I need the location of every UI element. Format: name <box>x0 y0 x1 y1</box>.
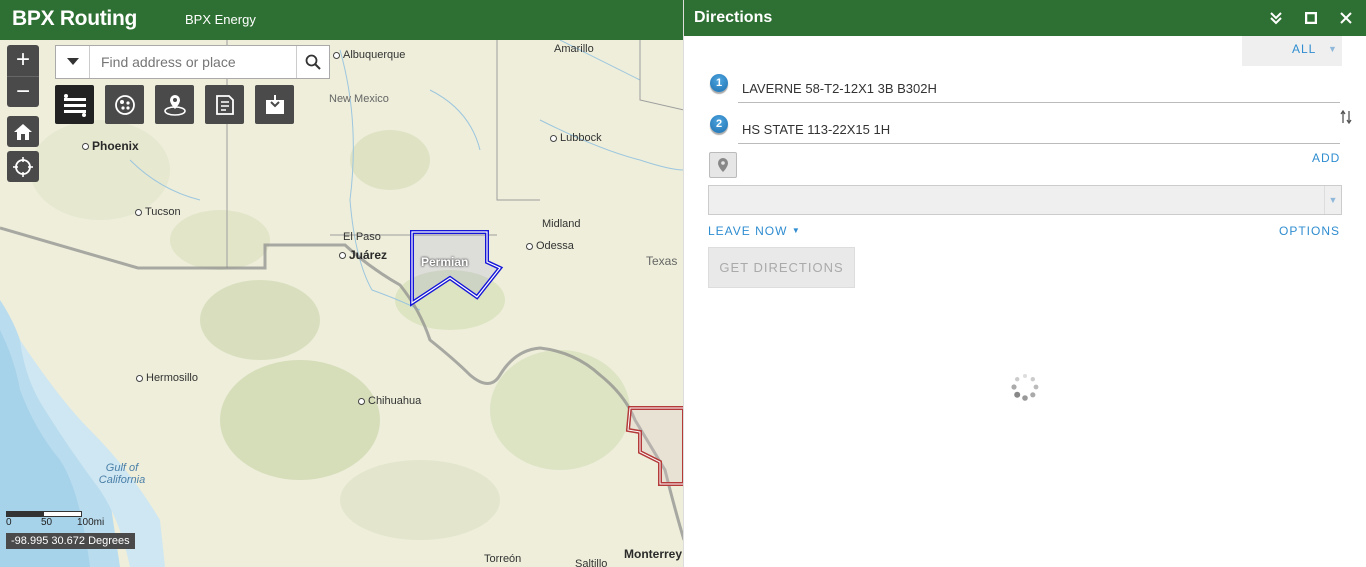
zoom-out-button[interactable]: − <box>7 76 39 108</box>
all-dropdown[interactable]: ALL ▼ <box>1242 36 1342 66</box>
place-albuquerque: Albuquerque <box>333 49 405 61</box>
caret-down-icon: ▼ <box>791 226 801 235</box>
caret-down-icon <box>66 58 79 65</box>
double-chevron-down-icon <box>1270 12 1282 25</box>
coordinate-readout: -98.995 30.672 Degrees <box>6 533 135 549</box>
search-source-dropdown[interactable] <box>56 46 90 78</box>
stop-input-2[interactable]: HS STATE 113-22X15 1H <box>738 115 1340 144</box>
place-hermosillo: Hermosillo <box>136 372 198 384</box>
stop-value: HS STATE 113-22X15 1H <box>742 122 891 137</box>
layers-tool-button[interactable] <box>205 85 244 124</box>
all-label: ALL <box>1292 42 1317 56</box>
locate-button[interactable] <box>7 151 39 182</box>
search-input[interactable] <box>101 54 296 70</box>
search-widget <box>55 45 330 79</box>
layer-list-icon <box>215 94 234 115</box>
add-stop-marker-button[interactable] <box>709 152 737 178</box>
maximize-panel-button[interactable] <box>1303 10 1319 26</box>
print-tool-button[interactable] <box>255 85 294 124</box>
collapse-panel-button[interactable] <box>1268 10 1284 26</box>
home-icon <box>14 123 32 140</box>
location-tool-button[interactable] <box>155 85 194 124</box>
swap-vertical-icon <box>1340 109 1352 125</box>
basemap-tool-button[interactable] <box>105 85 144 124</box>
get-directions-button[interactable]: GET DIRECTIONS <box>708 247 855 288</box>
place-phoenix: Phoenix <box>82 139 139 153</box>
place-new-mexico: New Mexico <box>329 93 389 105</box>
basemap <box>0 40 684 567</box>
scale-label-100: 100mi <box>77 517 105 528</box>
add-stop-link[interactable]: ADD <box>1312 151 1340 165</box>
caret-down-icon: ▼ <box>1324 186 1341 214</box>
stop-row-2: 2 HS STATE 113-22X15 1H <box>708 115 1340 147</box>
directions-tool-button[interactable] <box>55 85 94 124</box>
place-torreon: Torreón <box>484 553 522 565</box>
loading-spinner-icon <box>1011 374 1039 401</box>
place-gulf-of-california: Gulf of California <box>98 462 146 486</box>
caret-down-icon: ▼ <box>1328 44 1338 54</box>
place-el-paso: El Paso <box>343 231 381 243</box>
search-icon <box>305 54 321 70</box>
place-monterrey: Monterrey <box>624 547 683 561</box>
map-marker-icon <box>718 158 728 172</box>
close-icon <box>1340 12 1352 24</box>
stop-number-badge[interactable]: 1 <box>710 74 728 92</box>
close-panel-button[interactable] <box>1338 10 1354 26</box>
place-midland: Midland <box>542 218 581 230</box>
place-chihuahua: Chihuahua <box>358 395 421 407</box>
maximize-icon <box>1305 12 1317 24</box>
place-odessa: Odessa <box>526 240 574 252</box>
panel-header: Directions <box>684 0 1366 36</box>
leave-now-label: LEAVE NOW <box>708 224 788 238</box>
stop-value: LAVERNE 58-T2-12X1 3B B302H <box>742 81 937 96</box>
scale-label-50: 50 <box>41 517 53 528</box>
search-button[interactable] <box>296 46 329 78</box>
home-button[interactable] <box>7 116 39 147</box>
place-juarez: Juárez <box>339 248 387 262</box>
map-view[interactable]: Albuquerque Amarillo New Mexico Lubbock … <box>0 40 684 567</box>
place-saltillo: Saltillo <box>575 558 608 567</box>
directions-icon <box>63 93 86 117</box>
app-subtitle: BPX Energy <box>185 12 256 27</box>
place-amarillo: Amarillo <box>554 43 594 55</box>
travel-mode-select[interactable]: ▼ <box>708 185 1342 215</box>
panel-title: Directions <box>694 9 773 26</box>
stop-number-badge[interactable]: 2 <box>710 115 728 133</box>
place-texas: Texas <box>646 254 678 268</box>
stop-row-1: 1 LAVERNE 58-T2-12X1 3B B302H <box>708 74 1340 106</box>
place-tucson: Tucson <box>135 206 181 218</box>
app-title: BPX Routing <box>12 7 138 30</box>
zoom-control: + − <box>7 45 39 107</box>
scale-bar: 0 50 100mi <box>6 511 104 528</box>
leave-now-dropdown[interactable]: LEAVE NOW ▼ <box>708 224 801 238</box>
scale-label-0: 0 <box>6 517 12 528</box>
map-pin-icon <box>163 94 186 116</box>
basemap-icon <box>114 94 135 115</box>
zoom-in-button[interactable]: + <box>7 45 39 76</box>
place-lubbock: Lubbock <box>550 132 602 144</box>
locate-icon <box>13 156 33 177</box>
stop-input-1[interactable]: LAVERNE 58-T2-12X1 3B B302H <box>738 74 1340 103</box>
reverse-stops-button[interactable] <box>1340 109 1352 129</box>
options-link[interactable]: OPTIONS <box>1279 224 1340 238</box>
export-icon <box>265 94 284 114</box>
directions-panel: Directions ALL ▼ 1 LAVERNE 58-T2-12X1 3B… <box>683 0 1366 567</box>
polygon-label-permian: Permian <box>421 255 469 269</box>
